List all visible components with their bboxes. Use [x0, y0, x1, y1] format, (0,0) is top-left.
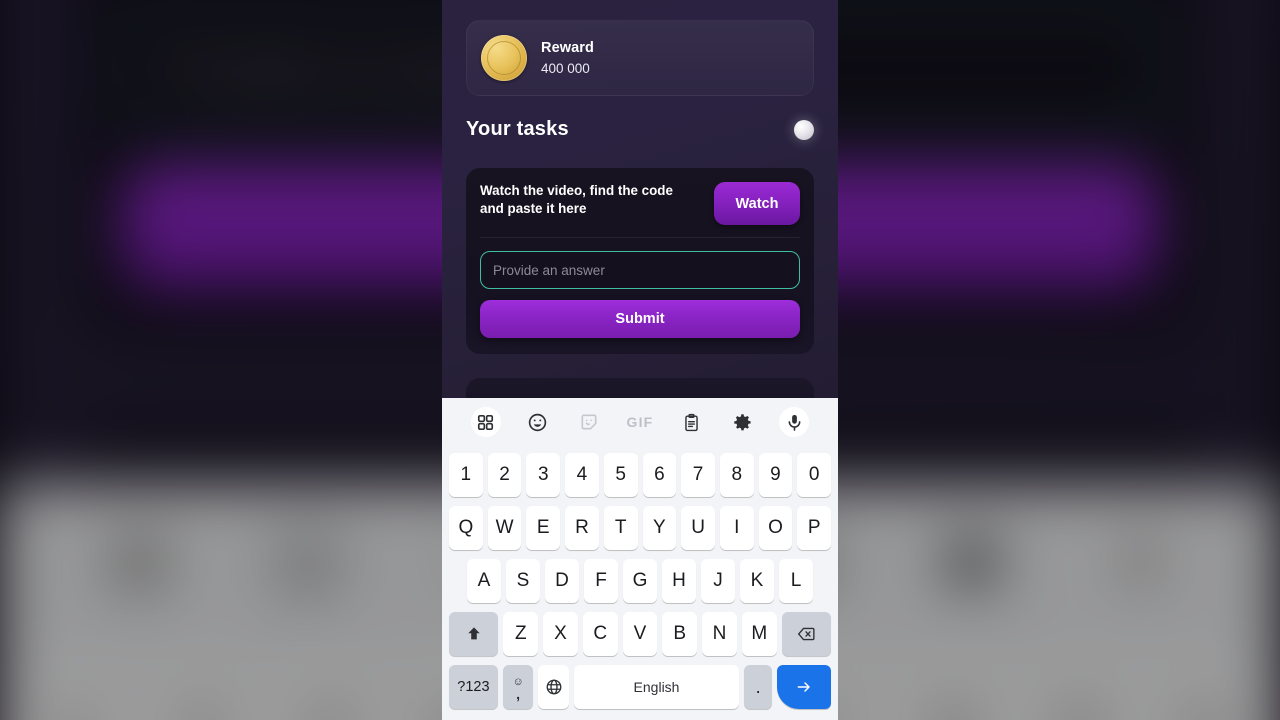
keyboard-row-numbers: 1 2 3 4 5 6 7 8 9 0	[448, 448, 832, 501]
key-e[interactable]: E	[526, 505, 561, 550]
microphone-icon[interactable]	[779, 407, 810, 437]
key-s[interactable]: S	[506, 559, 540, 603]
reward-title: Reward	[541, 40, 594, 56]
task-description: Watch the video, find the code and paste…	[480, 183, 673, 216]
key-p[interactable]: P	[797, 505, 832, 550]
gold-coin-icon	[481, 35, 527, 81]
period-key[interactable]: .	[744, 665, 773, 710]
key-i[interactable]: I	[719, 505, 754, 550]
keyboard-rows: 1 2 3 4 5 6 7 8 9 0 Q W E R T Y U I O P …	[446, 446, 834, 720]
task-card: Watch the video, find the code and paste…	[466, 168, 814, 354]
reward-text: Reward 400 000	[541, 40, 594, 76]
reward-amount: 400 000	[541, 61, 590, 76]
key-v[interactable]: V	[622, 612, 658, 657]
watch-button[interactable]: Watch	[714, 182, 800, 225]
keyboard-row-zxcv: Z X C V B N M	[448, 608, 832, 661]
emoji-comma-key[interactable]: ☺ ,	[502, 665, 534, 710]
symbols-key[interactable]: ?123	[449, 665, 498, 710]
key-f[interactable]: F	[584, 559, 618, 603]
enter-key[interactable]	[777, 665, 832, 710]
key-d[interactable]: D	[545, 559, 579, 603]
task-header-row: Watch the video, find the code and paste…	[480, 182, 800, 238]
key-k[interactable]: K	[740, 559, 774, 603]
submit-button[interactable]: Submit	[480, 300, 800, 338]
key-h[interactable]: H	[662, 559, 696, 603]
on-screen-keyboard: G I F 1 2 3 4 5 6 7 8 9 0 Q W E R T Y U I …	[442, 398, 838, 720]
key-j[interactable]: J	[701, 559, 735, 603]
key-u[interactable]: U	[681, 505, 715, 550]
keyboard-toolbar: GIF	[446, 398, 834, 446]
key-z[interactable]: Z	[503, 612, 539, 657]
answer-input[interactable]	[480, 251, 800, 289]
space-key[interactable]: English	[573, 665, 740, 710]
key-t[interactable]: T	[603, 505, 638, 550]
key-w[interactable]: W	[487, 505, 522, 550]
key-9[interactable]: 9	[758, 452, 793, 497]
key-m[interactable]: M	[741, 612, 777, 657]
key-4[interactable]: 4	[565, 452, 599, 497]
backspace-icon	[797, 627, 815, 641]
status-dot-icon[interactable]	[794, 119, 814, 140]
globe-icon	[546, 679, 562, 695]
gif-label: GIF	[626, 414, 654, 430]
tasks-header: Your tasks	[466, 118, 814, 141]
phone-screen: Reward 400 000 Your tasks Watch the vide…	[442, 0, 838, 720]
shift-key[interactable]	[449, 612, 499, 657]
key-o[interactable]: O	[758, 505, 793, 550]
key-2[interactable]: 2	[487, 452, 522, 497]
key-n[interactable]: N	[702, 612, 737, 657]
key-1[interactable]: 1	[448, 452, 483, 497]
key-6[interactable]: 6	[642, 452, 677, 497]
page-title: Your tasks	[466, 118, 569, 140]
arrow-right-icon	[797, 682, 810, 693]
keyboard-row-bottom: ?123 ☺ , English .	[448, 661, 832, 714]
key-3[interactable]: 3	[526, 452, 561, 497]
screen: Reward 400 000 Your tasks Watch the vide…	[0, 0, 1280, 720]
key-5[interactable]: 5	[603, 452, 638, 497]
key-8[interactable]: 8	[719, 452, 754, 497]
reward-card: Reward 400 000	[466, 20, 814, 96]
sticker-icon[interactable]	[574, 407, 604, 437]
comma-label: ,	[516, 685, 521, 702]
next-task-card[interactable]	[466, 378, 814, 398]
key-l[interactable]: L	[779, 559, 813, 603]
key-b[interactable]: B	[662, 612, 698, 657]
gif-icon[interactable]: GIF	[625, 407, 655, 437]
key-a[interactable]: A	[467, 559, 501, 603]
key-7[interactable]: 7	[681, 452, 715, 497]
keyboard-row-qwerty: Q W E R T Y U I O P	[448, 501, 832, 554]
key-q[interactable]: Q	[448, 505, 483, 550]
key-x[interactable]: X	[543, 612, 578, 657]
key-r[interactable]: R	[565, 505, 599, 550]
key-y[interactable]: Y	[642, 505, 677, 550]
shift-arrow-icon	[467, 627, 480, 640]
key-0[interactable]: 0	[797, 452, 832, 497]
emoji-icon[interactable]	[522, 407, 552, 437]
backspace-key[interactable]	[781, 612, 831, 657]
keyboard-row-asdf: A S D F G H J K L	[448, 554, 832, 607]
gear-icon[interactable]	[728, 407, 758, 437]
key-g[interactable]: G	[623, 559, 657, 603]
key-c[interactable]: C	[582, 612, 618, 657]
language-globe-key[interactable]	[538, 665, 569, 710]
grid-icon[interactable]	[470, 407, 501, 437]
app-content: Reward 400 000 Your tasks Watch the vide…	[442, 0, 838, 398]
clipboard-icon[interactable]	[676, 407, 706, 437]
